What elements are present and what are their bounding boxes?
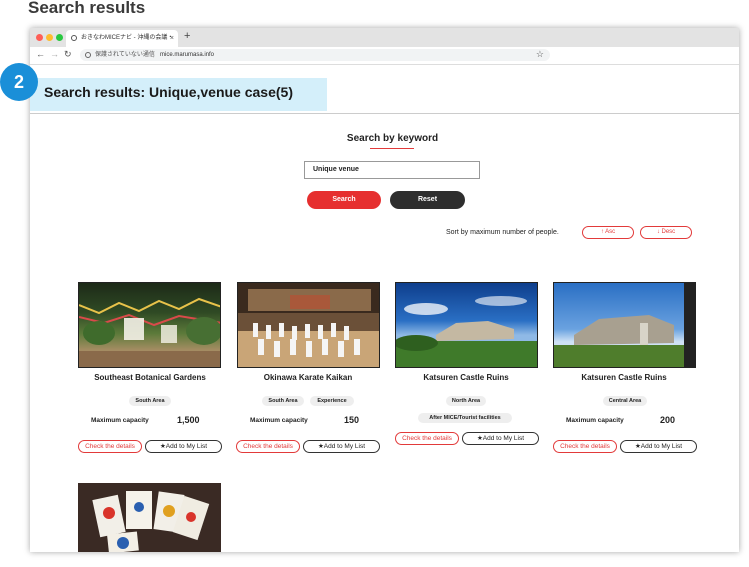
venue-name[interactable]: Okinawa Karate Kaikan: [233, 373, 383, 382]
back-icon[interactable]: ←: [36, 49, 45, 59]
search-button[interactable]: Search: [307, 191, 381, 209]
venue-name[interactable]: Southeast Botanical Gardens: [75, 373, 225, 382]
area-tag: Central Area: [603, 396, 647, 406]
capacity-value: 150: [344, 415, 360, 425]
capacity-label: Maximum capacity: [91, 417, 149, 424]
venue-photo[interactable]: [553, 282, 696, 368]
add-to-list-button[interactable]: ★Add to My List: [462, 432, 539, 445]
window-minimize-button[interactable]: [46, 34, 53, 41]
venue-photo[interactable]: [237, 282, 380, 368]
window-close-button[interactable]: [36, 34, 43, 41]
not-secure-label: 保護されていない通信: [95, 52, 155, 58]
sort-desc-label: Desc: [661, 229, 676, 235]
globe-icon: [71, 35, 77, 41]
step-badge: 2: [0, 63, 38, 101]
venue-photo[interactable]: [395, 282, 538, 368]
results-title: Search results: Unique,venue case(5): [44, 84, 293, 100]
keyword-input[interactable]: Unique venue: [304, 161, 480, 179]
url-separator: |: [153, 52, 155, 58]
venue-photo[interactable]: [78, 483, 221, 552]
area-tag: North Area: [446, 396, 486, 406]
capacity-label: Maximum capacity: [250, 417, 308, 424]
browser-tab[interactable]: おきなわMICEナビ - 沖縄の会議・ ×: [66, 30, 178, 47]
area-tag: South Area: [262, 396, 304, 406]
window-maximize-button[interactable]: [56, 34, 63, 41]
add-to-list-button[interactable]: ★Add to My List: [620, 440, 697, 453]
page-heading: Search results: [28, 0, 146, 17]
reload-icon[interactable]: ↻: [64, 49, 72, 60]
search-button-label: Search: [332, 196, 356, 203]
heading-underline: [370, 148, 414, 149]
garden-photo-graphic: [79, 297, 220, 367]
info-icon: [85, 52, 91, 58]
capacity-value: 1,500: [177, 415, 200, 425]
arrow-up-icon: ↑: [600, 229, 604, 235]
arrow-down-icon: ↓: [656, 229, 660, 235]
keyword-heading: Search by keyword: [346, 133, 439, 144]
tab-bar: おきなわMICEナビ - 沖縄の会議・ × +: [30, 28, 739, 47]
venue-name[interactable]: Katsuren Castle Ruins: [549, 373, 699, 382]
sort-asc-label: Asc: [605, 229, 616, 235]
category-tag: Experience: [310, 396, 354, 406]
divider: [30, 113, 739, 114]
sort-asc-button[interactable]: ↑ Asc: [582, 226, 634, 239]
reset-button[interactable]: Reset: [390, 191, 465, 209]
venue-name[interactable]: Katsuren Castle Ruins: [391, 373, 541, 382]
castle-photo-graphic: [554, 283, 695, 367]
check-details-button[interactable]: Check the details: [395, 432, 459, 445]
check-details-button[interactable]: Check the details: [236, 440, 300, 453]
forward-icon[interactable]: →: [50, 49, 59, 59]
add-to-list-button[interactable]: ★Add to My List: [303, 440, 380, 453]
bookmark-star-icon[interactable]: ☆: [536, 48, 544, 60]
address-bar: ← → ↻ 保護されていない通信 | mice.marumasa.info ☆: [30, 47, 739, 65]
capacity-label: Maximum capacity: [566, 417, 624, 424]
check-details-button[interactable]: Check the details: [78, 440, 142, 453]
results-banner: Search results: Unique,venue case(5): [30, 78, 327, 111]
new-tab-button[interactable]: +: [184, 30, 190, 42]
area-tag: South Area: [129, 396, 171, 406]
check-details-button[interactable]: Check the details: [553, 440, 617, 453]
tab-close-icon[interactable]: ×: [170, 30, 174, 47]
url-field[interactable]: 保護されていない通信 | mice.marumasa.info ☆: [80, 49, 550, 61]
capacity-value: 200: [660, 415, 676, 425]
sort-label: Sort by maximum number of people.: [446, 229, 559, 236]
castle-photo-graphic: [396, 296, 537, 367]
sort-desc-button[interactable]: ↓ Desc: [640, 226, 692, 239]
add-to-list-button[interactable]: ★Add to My List: [145, 440, 222, 453]
playing-cards-photo-graphic: [92, 491, 210, 552]
category-tag: After MICE/Tourist facilities: [418, 413, 512, 423]
karate-photo-graphic: [238, 283, 379, 367]
venue-photo[interactable]: [78, 282, 221, 368]
url-text: mice.marumasa.info: [160, 52, 215, 58]
tab-title: おきなわMICEナビ - 沖縄の会議・: [81, 35, 174, 41]
